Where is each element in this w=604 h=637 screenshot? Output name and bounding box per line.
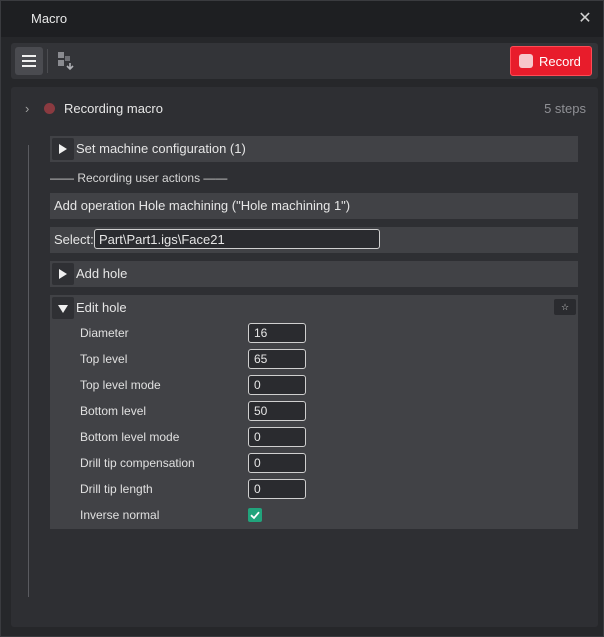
recording-header[interactable]: › Recording macro 5 steps <box>11 87 598 131</box>
selection-path-input[interactable] <box>94 229 380 249</box>
section-divider-label: —— Recording user actions —— <box>50 171 228 185</box>
step-label: Add operation Hole machining ("Hole mach… <box>54 198 351 213</box>
top-level-mode-field[interactable] <box>248 375 306 395</box>
step-select: Select: <box>50 227 578 253</box>
triangle-right-icon <box>59 269 67 279</box>
step-add-hole[interactable]: Add hole <box>50 261 578 287</box>
expand-toggle[interactable] <box>52 138 74 160</box>
param-bottom-level-mode: Bottom level mode <box>50 425 578 451</box>
step-add-operation[interactable]: Add operation Hole machining ("Hole mach… <box>50 193 578 219</box>
hamburger-menu-button[interactable] <box>15 47 43 75</box>
triangle-right-icon <box>59 144 67 154</box>
step-count: 5 steps <box>544 101 586 116</box>
param-top-level-mode: Top level mode <box>50 373 578 399</box>
record-label: Record <box>539 54 581 69</box>
param-label: Bottom level mode <box>80 430 180 444</box>
param-label: Bottom level <box>80 404 147 418</box>
drill-tip-length-field[interactable] <box>248 479 306 499</box>
param-label: Top level <box>80 352 128 366</box>
export-macro-icon <box>58 52 74 71</box>
star-icon[interactable]: ☆ <box>554 299 576 315</box>
param-bottom-level: Bottom level <box>50 399 578 425</box>
bottom-level-field[interactable] <box>248 401 306 421</box>
step-label: Edit hole <box>76 300 127 315</box>
param-label: Top level mode <box>80 378 161 392</box>
param-drill-tip-compensation: Drill tip compensation <box>50 451 578 477</box>
step-label: Add hole <box>76 266 128 281</box>
window-title: Macro <box>31 11 68 26</box>
expand-toggle[interactable] <box>52 263 74 285</box>
chevron-right-icon[interactable]: › <box>25 101 29 116</box>
param-inverse-normal: Inverse normal <box>50 503 578 529</box>
recording-title: Recording macro <box>64 101 163 116</box>
param-top-level: Top level <box>50 347 578 373</box>
toolbar-divider <box>47 49 48 73</box>
hamburger-menu-icon <box>22 55 36 57</box>
select-label: Select: <box>54 232 94 247</box>
triangle-down-icon <box>58 305 68 313</box>
drill-tip-compensation-field[interactable] <box>248 453 306 473</box>
param-label: Inverse normal <box>80 508 160 522</box>
close-icon[interactable]: ✕ <box>575 9 595 29</box>
toolbar: Record <box>11 43 598 79</box>
record-dot-icon <box>519 54 533 68</box>
recording-status-dot <box>44 103 55 114</box>
record-button[interactable]: Record <box>510 46 592 76</box>
title-bar: Macro ✕ <box>1 1 603 37</box>
step-edit-hole: Edit hole ☆ Diameter Top level Top level… <box>50 295 578 529</box>
param-drill-tip-length: Drill tip length <box>50 477 578 503</box>
diameter-field[interactable] <box>248 323 306 343</box>
param-diameter: Diameter <box>50 321 578 347</box>
collapse-toggle[interactable] <box>52 297 74 319</box>
checkmark-icon <box>250 511 260 520</box>
param-label: Drill tip length <box>80 482 153 496</box>
param-label: Diameter <box>80 326 129 340</box>
step-set-machine-configuration[interactable]: Set machine configuration (1) <box>50 136 578 162</box>
macro-steps-panel: › Recording macro 5 steps Set machine co… <box>11 87 598 627</box>
bottom-level-mode-field[interactable] <box>248 427 306 447</box>
param-label: Drill tip compensation <box>80 456 195 470</box>
export-macro-button[interactable] <box>55 49 79 73</box>
step-label: Set machine configuration (1) <box>76 141 246 156</box>
edit-hole-header[interactable]: Edit hole ☆ <box>50 295 578 321</box>
inverse-normal-checkbox[interactable] <box>248 508 262 522</box>
top-level-field[interactable] <box>248 349 306 369</box>
tree-guide-line <box>28 145 29 597</box>
macro-window: Macro ✕ Record › Recording macro 5 steps… <box>0 0 604 637</box>
